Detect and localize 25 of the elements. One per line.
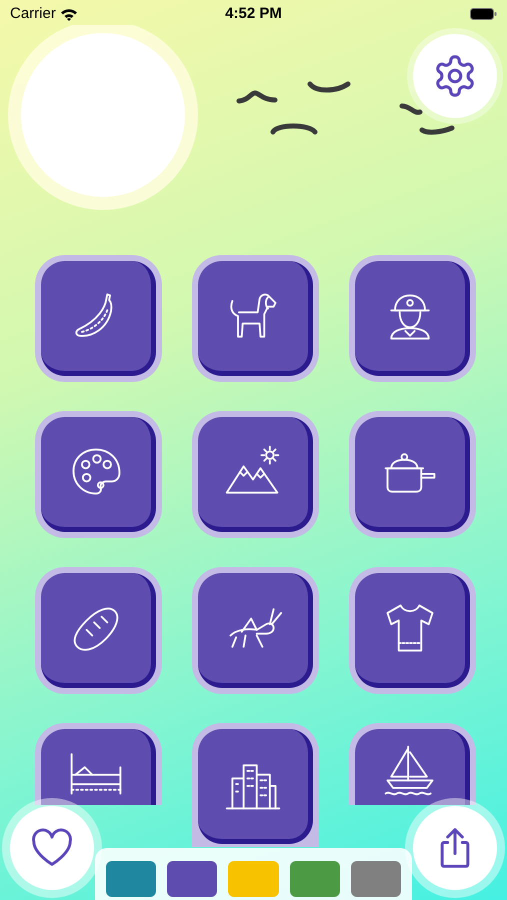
share-button[interactable]	[413, 806, 497, 890]
color-swatch[interactable]	[167, 861, 218, 897]
heart-icon	[30, 828, 74, 868]
color-swatch[interactable]	[350, 861, 402, 897]
color-swatch[interactable]	[290, 861, 340, 897]
wifi-icon	[60, 8, 78, 20]
tile-button[interactable]	[35, 411, 162, 538]
tile-button[interactable]	[35, 723, 162, 805]
tile-button[interactable]	[192, 411, 319, 538]
favorite-button[interactable]	[10, 806, 94, 890]
tile-button[interactable]	[349, 723, 476, 805]
tile-button[interactable]	[192, 567, 319, 694]
color-swatch[interactable]	[228, 861, 279, 897]
tile-button[interactable]	[349, 255, 476, 382]
carrier-label: Carrier	[10, 4, 56, 24]
tile-button[interactable]	[35, 567, 162, 694]
tile-button[interactable]	[35, 255, 162, 382]
status-time: 4:52 PM	[225, 4, 282, 24]
tile-button[interactable]	[192, 255, 319, 382]
battery-icon	[470, 8, 497, 20]
tile-button[interactable]	[349, 411, 476, 538]
tile-button[interactable]	[349, 567, 476, 694]
color-swatch[interactable]	[106, 861, 156, 897]
tile-button[interactable]	[192, 723, 319, 847]
settings-button[interactable]	[413, 34, 497, 118]
